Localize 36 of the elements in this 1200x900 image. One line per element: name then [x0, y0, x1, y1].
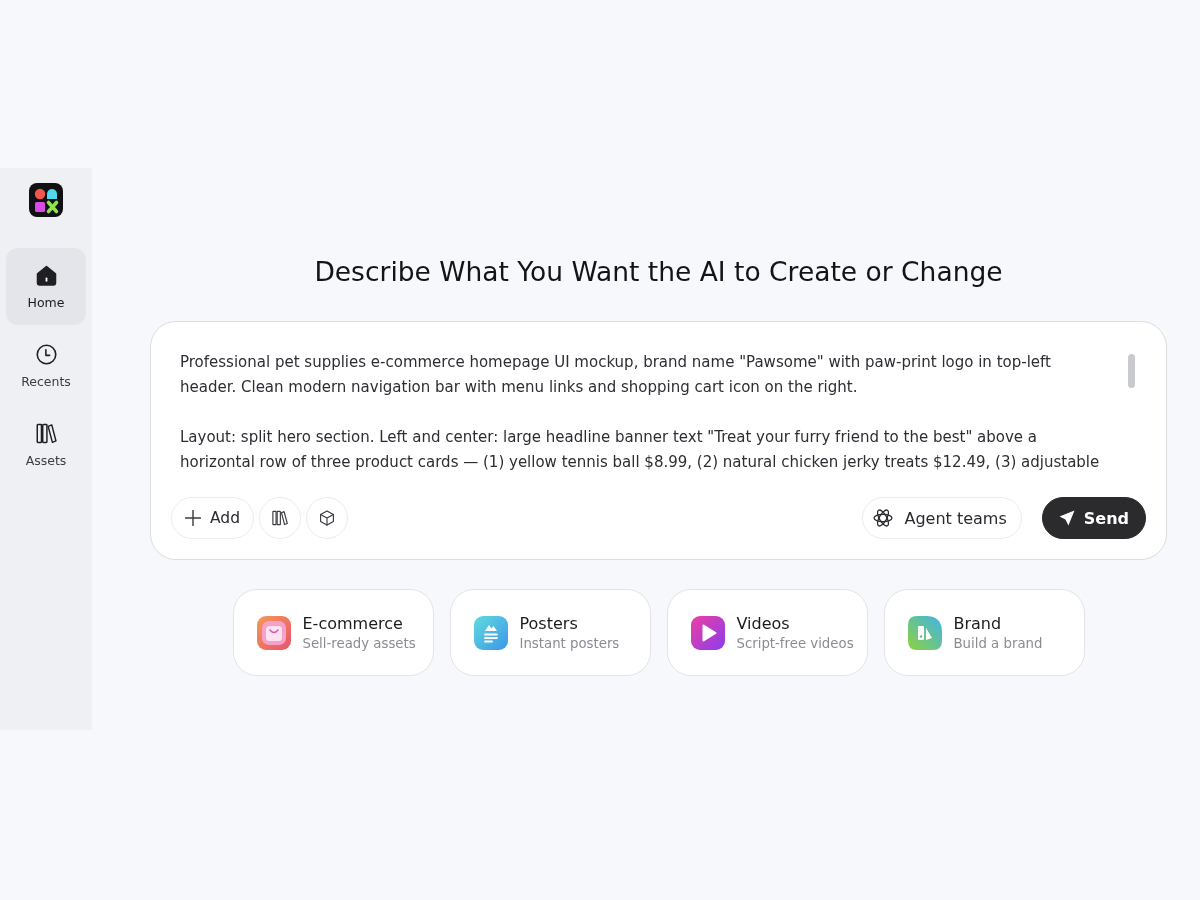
add-button[interactable]: Add	[171, 497, 254, 539]
nav-item[interactable]: Home	[6, 248, 86, 325]
brand-icon	[907, 615, 942, 650]
home-icon	[35, 265, 57, 286]
books-icon	[35, 423, 57, 444]
nav-item[interactable]: Recents	[6, 327, 86, 404]
page-heading: Describe What You Want the AI to Create or Change	[314, 255, 1003, 289]
quick-start-card[interactable]: E-commerce Sell-ready assets	[232, 589, 434, 676]
prompt-field[interactable]: Professional pet supplies e-commerce homepage UI mockup, brand name "Pawsome" with paw-print logo in top-left header. Clean modern navigation bar with menu links and shopping cart icon on the right. Layout: split hero section. Left and center: large headline banner text "Treat your furry friend to the best" above a horizontal row of three product cards — (1) yellow tennis ball $8.99, (2) natural chicken jerky treats $12.49, (3) adjustable	[180, 350, 1108, 475]
clock-icon	[35, 344, 57, 365]
nav-item[interactable]: Assets	[6, 406, 86, 483]
poster-icon	[473, 615, 508, 650]
plus-icon	[185, 510, 201, 526]
books-icon	[272, 510, 288, 526]
library-button[interactable]	[259, 497, 301, 539]
scrollbar-thumb[interactable]	[1128, 354, 1135, 388]
card-subtitle: Build a brand	[953, 634, 1043, 653]
cube-icon	[319, 510, 335, 526]
card-title: Brand	[953, 612, 1003, 634]
agent-teams-button[interactable]: Agent teams	[862, 497, 1022, 539]
quick-start-card[interactable]: Posters Instant posters	[449, 589, 651, 676]
card-title: E-commerce	[302, 612, 404, 634]
send-button[interactable]: Send	[1041, 497, 1146, 539]
card-title: Videos	[736, 612, 791, 634]
atom-icon	[873, 508, 894, 528]
app-logo-icon	[29, 183, 63, 217]
play-icon	[690, 615, 725, 650]
card-title: Posters	[519, 612, 579, 634]
quick-start-card[interactable]: Brand Build a brand	[883, 589, 1085, 676]
card-subtitle: Instant posters	[519, 634, 620, 653]
card-subtitle: Script-free videos	[736, 634, 854, 653]
send-icon	[1058, 510, 1075, 526]
cube-button[interactable]	[306, 497, 348, 539]
card-subtitle: Sell-ready assets	[302, 634, 416, 653]
shopping-bag-icon	[256, 615, 291, 650]
quick-start-card[interactable]: Videos Script-free videos	[666, 589, 868, 676]
